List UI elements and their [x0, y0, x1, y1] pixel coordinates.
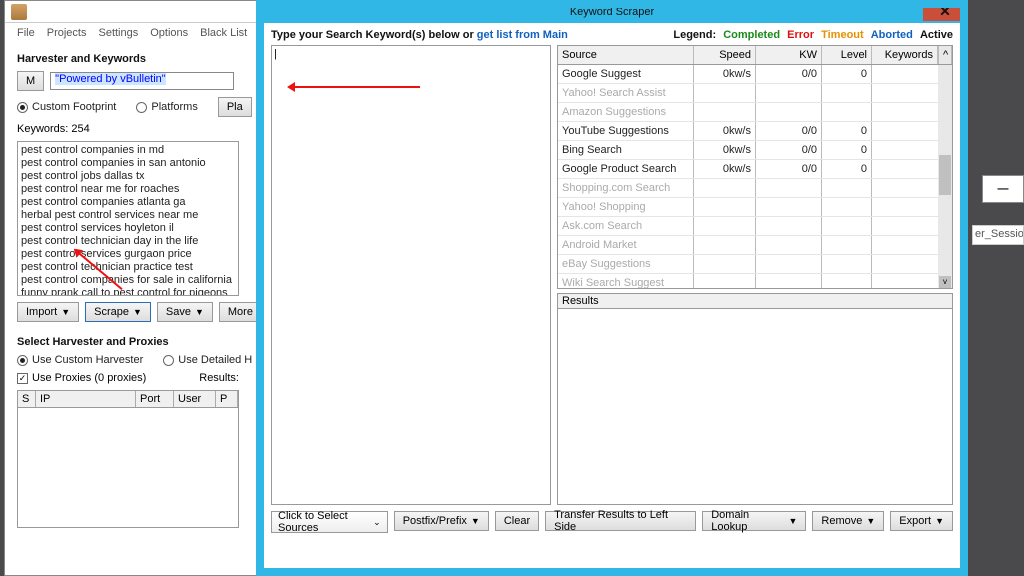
scroll-thumb[interactable]: [939, 155, 951, 195]
table-row[interactable]: Yahoo! Search Assist: [558, 84, 952, 103]
scrape-button[interactable]: Scrape▼: [85, 302, 151, 322]
list-item[interactable]: pest control companies atlanta ga: [21, 196, 235, 209]
chevron-up-icon[interactable]: ^: [938, 46, 952, 64]
proxy-table-body[interactable]: [17, 408, 239, 528]
keywords-list[interactable]: pest control companies in md pest contro…: [17, 141, 239, 296]
domain-lookup-button[interactable]: Domain Lookup▼: [702, 511, 806, 531]
keywords-count: Keywords: 254: [17, 123, 90, 135]
keyword-input[interactable]: |: [271, 45, 551, 505]
results-label: Results:: [199, 372, 239, 384]
modal-titlebar: Keyword Scraper ✕: [257, 1, 967, 23]
menu-file[interactable]: File: [17, 27, 35, 39]
results-header: Results: [557, 293, 953, 309]
chevron-down-icon[interactable]: v: [939, 276, 951, 288]
minimized-window-button[interactable]: —: [982, 175, 1024, 203]
radio-platforms[interactable]: Platforms: [136, 101, 197, 113]
table-row[interactable]: Google Suggest0kw/s0/000: [558, 65, 952, 84]
list-item[interactable]: funny prank call to pest control for pig…: [21, 287, 235, 296]
m-button[interactable]: M: [17, 71, 44, 91]
remove-button[interactable]: Remove▼: [812, 511, 884, 531]
menu-settings[interactable]: Settings: [98, 27, 138, 39]
list-item[interactable]: pest control near me for roaches: [21, 183, 235, 196]
sources-header: Source Speed KW Level Keywords ^: [557, 45, 953, 65]
radio-custom-footprint[interactable]: Custom Footprint: [17, 101, 116, 113]
list-item[interactable]: pest control companies for sale in calif…: [21, 274, 235, 287]
table-row[interactable]: Android Market: [558, 236, 952, 255]
table-row[interactable]: YouTube Suggestions0kw/s0/000: [558, 122, 952, 141]
select-sources-dropdown[interactable]: Click to Select Sources⌄: [271, 511, 388, 533]
list-item[interactable]: pest control technician practice test: [21, 261, 235, 274]
clear-button[interactable]: Clear: [495, 511, 539, 531]
import-button[interactable]: Import▼: [17, 302, 79, 322]
modal-title: Keyword Scraper: [570, 6, 654, 18]
table-row[interactable]: Ask.com Search: [558, 217, 952, 236]
sources-table[interactable]: Google Suggest0kw/s0/000Yahoo! Search As…: [557, 65, 953, 289]
table-row[interactable]: eBay Suggestions: [558, 255, 952, 274]
save-button[interactable]: Save▼: [157, 302, 213, 322]
table-row[interactable]: Yahoo! Shopping: [558, 198, 952, 217]
radio-detailed-harvester[interactable]: Use Detailed H: [163, 354, 252, 366]
proxy-table-header: S IP Port User P: [17, 390, 239, 408]
menu-options[interactable]: Options: [150, 27, 188, 39]
list-item[interactable]: pest control services gurgaon price: [21, 248, 235, 261]
use-proxies-checkbox[interactable]: ✓Use Proxies (0 proxies): [17, 372, 146, 384]
postfix-prefix-button[interactable]: Postfix/Prefix▼: [394, 511, 489, 531]
table-row[interactable]: Bing Search0kw/s0/000: [558, 141, 952, 160]
menu-blacklist[interactable]: Black List: [200, 27, 247, 39]
table-row[interactable]: Amazon Suggestions: [558, 103, 952, 122]
modal-close-button[interactable]: ✕: [923, 1, 967, 21]
list-item[interactable]: pest control technician day in the life: [21, 235, 235, 248]
list-item[interactable]: pest control services hoyleton il: [21, 222, 235, 235]
app-icon: [11, 4, 27, 20]
list-item[interactable]: pest control companies in san antonio: [21, 157, 235, 170]
background-window-peek: er_Sessions: [972, 225, 1024, 245]
table-row[interactable]: Wiki Search Suggest: [558, 274, 952, 289]
legend: Legend: Completed Error Timeout Aborted …: [669, 29, 953, 41]
results-list[interactable]: [557, 309, 953, 505]
annotation-arrow-icon: [290, 86, 420, 88]
radio-custom-harvester[interactable]: Use Custom Harvester: [17, 354, 143, 366]
export-button[interactable]: Export▼: [890, 511, 953, 531]
list-item[interactable]: pest control companies in md: [21, 144, 235, 157]
scrollbar[interactable]: v: [938, 65, 952, 288]
transfer-results-button[interactable]: Transfer Results to Left Side: [545, 511, 696, 531]
platforms-button[interactable]: Pla: [218, 97, 252, 117]
get-list-link[interactable]: get list from Main: [477, 29, 568, 41]
list-item[interactable]: pest control jobs dallas tx: [21, 170, 235, 183]
menu-projects[interactable]: Projects: [47, 27, 87, 39]
prompt-label: Type your Search Keyword(s) below or get…: [271, 29, 568, 41]
table-row[interactable]: Shopping.com Search: [558, 179, 952, 198]
footprint-input[interactable]: "Powered by vBulletin": [50, 72, 234, 90]
list-item[interactable]: herbal pest control services near me: [21, 209, 235, 222]
table-row[interactable]: Google Product Search0kw/s0/000: [558, 160, 952, 179]
